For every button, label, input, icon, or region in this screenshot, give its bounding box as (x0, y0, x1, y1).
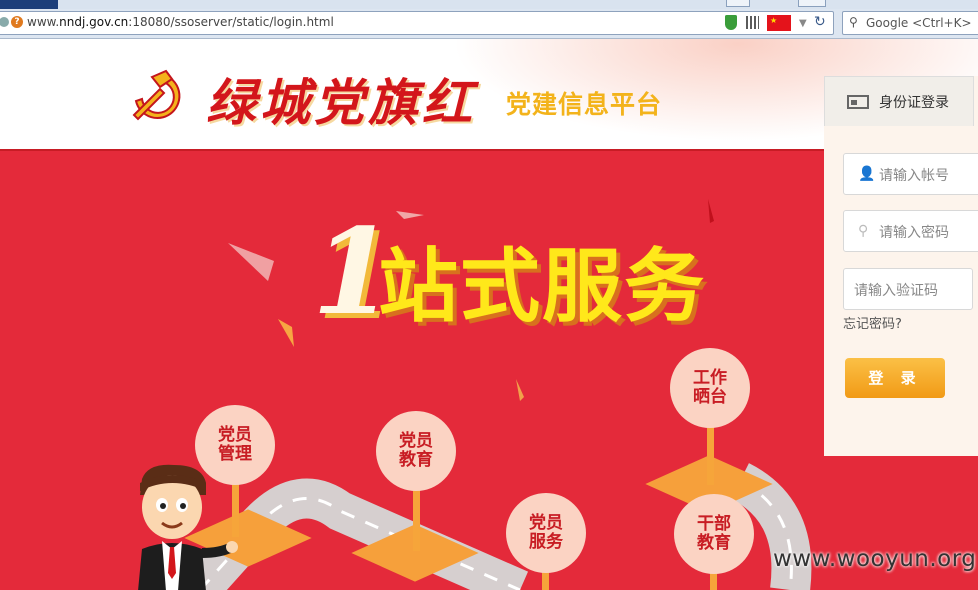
tab-label: 身份证登录 (879, 95, 949, 111)
service-bubble-work-showcase[interactable]: 工作 晒台 (670, 348, 750, 428)
address-bar[interactable]: ? www.nndj.gov.cn:18080/ssoserver/static… (0, 11, 834, 35)
watermark-text: www.wooyun.org (773, 546, 977, 572)
tab-id-card-login[interactable]: 身份证登录 (824, 76, 974, 126)
search-input[interactable]: ⚲ Google <Ctrl+K> (842, 11, 978, 35)
captcha-field[interactable]: 请输入验证码 (843, 268, 973, 310)
party-emblem-icon (132, 69, 181, 121)
service-bubble-member-service[interactable]: 党员 服务 (506, 493, 586, 573)
window-top-strip (0, 0, 978, 9)
key-icon: ⚲ (858, 223, 869, 239)
browser-toolbar: ? www.nndj.gov.cn:18080/ssoserver/static… (0, 9, 978, 39)
search-icon: ⚲ (849, 15, 858, 29)
search-placeholder: Google <Ctrl+K> (866, 16, 972, 30)
bubble-stem (707, 425, 714, 485)
login-panel: 身份证登录 👤 请输入帐号 ⚲ 请输入密码 请输入验证码 忘记密码? 登 录 (824, 76, 978, 456)
cartoon-mascot (138, 464, 238, 590)
account-placeholder: 请输入帐号 (879, 168, 949, 184)
info-icon[interactable]: ? (11, 16, 23, 28)
service-bubble-member-education[interactable]: 党员 教育 (376, 411, 456, 491)
password-placeholder: 请输入密码 (879, 225, 949, 241)
slogan-text: 站式服务 (378, 240, 706, 333)
bubble-stem (542, 571, 549, 590)
password-field[interactable]: ⚲ 请输入密码 (843, 210, 978, 252)
user-icon: 👤 (858, 166, 876, 182)
window-tab-active[interactable] (0, 0, 58, 9)
reload-icon[interactable]: ↻ (814, 14, 826, 30)
window-button[interactable] (726, 0, 750, 7)
brand-subtitle: 党建信息平台 (506, 90, 663, 119)
address-url[interactable]: www.nndj.gov.cn:18080/ssoserver/static/l… (27, 15, 334, 29)
bubble-stem (413, 489, 420, 551)
china-flag-icon[interactable]: ★ (767, 15, 791, 31)
qr-code-icon[interactable] (746, 16, 759, 29)
brand-title: 绿城党旗红 (206, 73, 476, 132)
id-card-icon (847, 95, 869, 109)
service-bubble-cadre-education[interactable]: 干部 教育 (674, 494, 754, 574)
account-field[interactable]: 👤 请输入帐号 (843, 153, 978, 195)
chevron-down-icon[interactable]: ▼ (799, 18, 807, 29)
login-button[interactable]: 登 录 (845, 358, 945, 398)
page-icon (0, 17, 9, 27)
window-button[interactable] (798, 0, 826, 7)
shield-icon[interactable] (725, 15, 737, 30)
captcha-placeholder: 请输入验证码 (854, 283, 938, 299)
forgot-password-link[interactable]: 忘记密码? (843, 313, 902, 332)
